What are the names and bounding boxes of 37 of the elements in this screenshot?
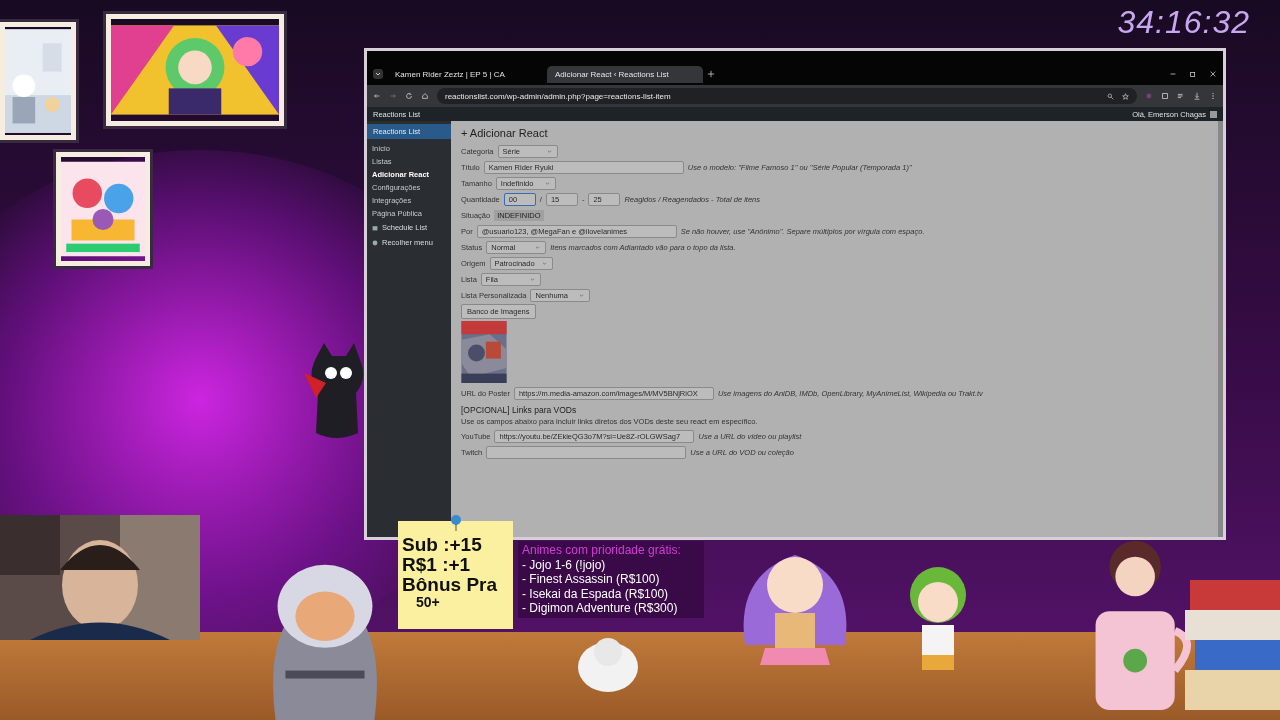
browser-tab[interactable]: Kamen Rider Zeztz | EP 5 | CA <box>387 65 543 83</box>
stream-timer: 34:16:32 <box>1117 4 1250 41</box>
tab-list-icon[interactable] <box>373 69 383 79</box>
calendar-icon <box>372 224 378 231</box>
section-heading: [OPCIONAL] Links para VODs <box>461 405 578 415</box>
minimize-icon[interactable] <box>1169 70 1177 78</box>
avatar-icon[interactable] <box>1210 110 1217 118</box>
more-icon[interactable] <box>1209 92 1217 100</box>
panel-item: - Digimon Adventure (R$300) <box>522 601 679 616</box>
home-icon[interactable] <box>421 92 429 100</box>
back-icon[interactable] <box>373 92 381 100</box>
playlist-icon[interactable] <box>1177 92 1185 100</box>
close-icon[interactable] <box>1209 70 1217 78</box>
scrollbar[interactable] <box>1218 121 1223 537</box>
download-icon[interactable] <box>1193 92 1201 100</box>
note-line: Sub :+15 <box>402 535 483 555</box>
caret-icon <box>545 147 553 155</box>
input-field[interactable] <box>486 445 687 459</box>
star-icon[interactable] <box>1122 92 1129 100</box>
pin-icon <box>450 515 462 531</box>
note-line: Bônus Pra <box>402 575 499 595</box>
zoom-icon[interactable] <box>1107 92 1114 100</box>
note-line: R$1 :+1 <box>402 555 472 575</box>
restore-icon[interactable] <box>1189 70 1197 78</box>
address-bar[interactable]: reactionslist.com/wp-admin/admin.php?page=reactions-list-item <box>437 88 1137 104</box>
note-line: 50+ <box>415 595 441 609</box>
collapse-icon <box>372 239 378 246</box>
new-tab-icon[interactable] <box>707 70 715 78</box>
caret-icon <box>578 291 586 299</box>
caret-icon <box>543 179 551 187</box>
panel-item: - Finest Assassin (R$100) <box>522 572 661 587</box>
panel-item: - Isekai da Espada (R$100) <box>522 586 670 601</box>
reload-icon[interactable] <box>405 92 413 100</box>
browser-tab[interactable]: Adicionar React ‹ Reactions List <box>547 65 703 83</box>
panel-item: - Jojo 1-6 (!jojo) <box>522 557 607 572</box>
panel-title: Animes com prioridade grátis: <box>522 543 682 558</box>
page-title: + Adicionar React <box>461 127 549 139</box>
